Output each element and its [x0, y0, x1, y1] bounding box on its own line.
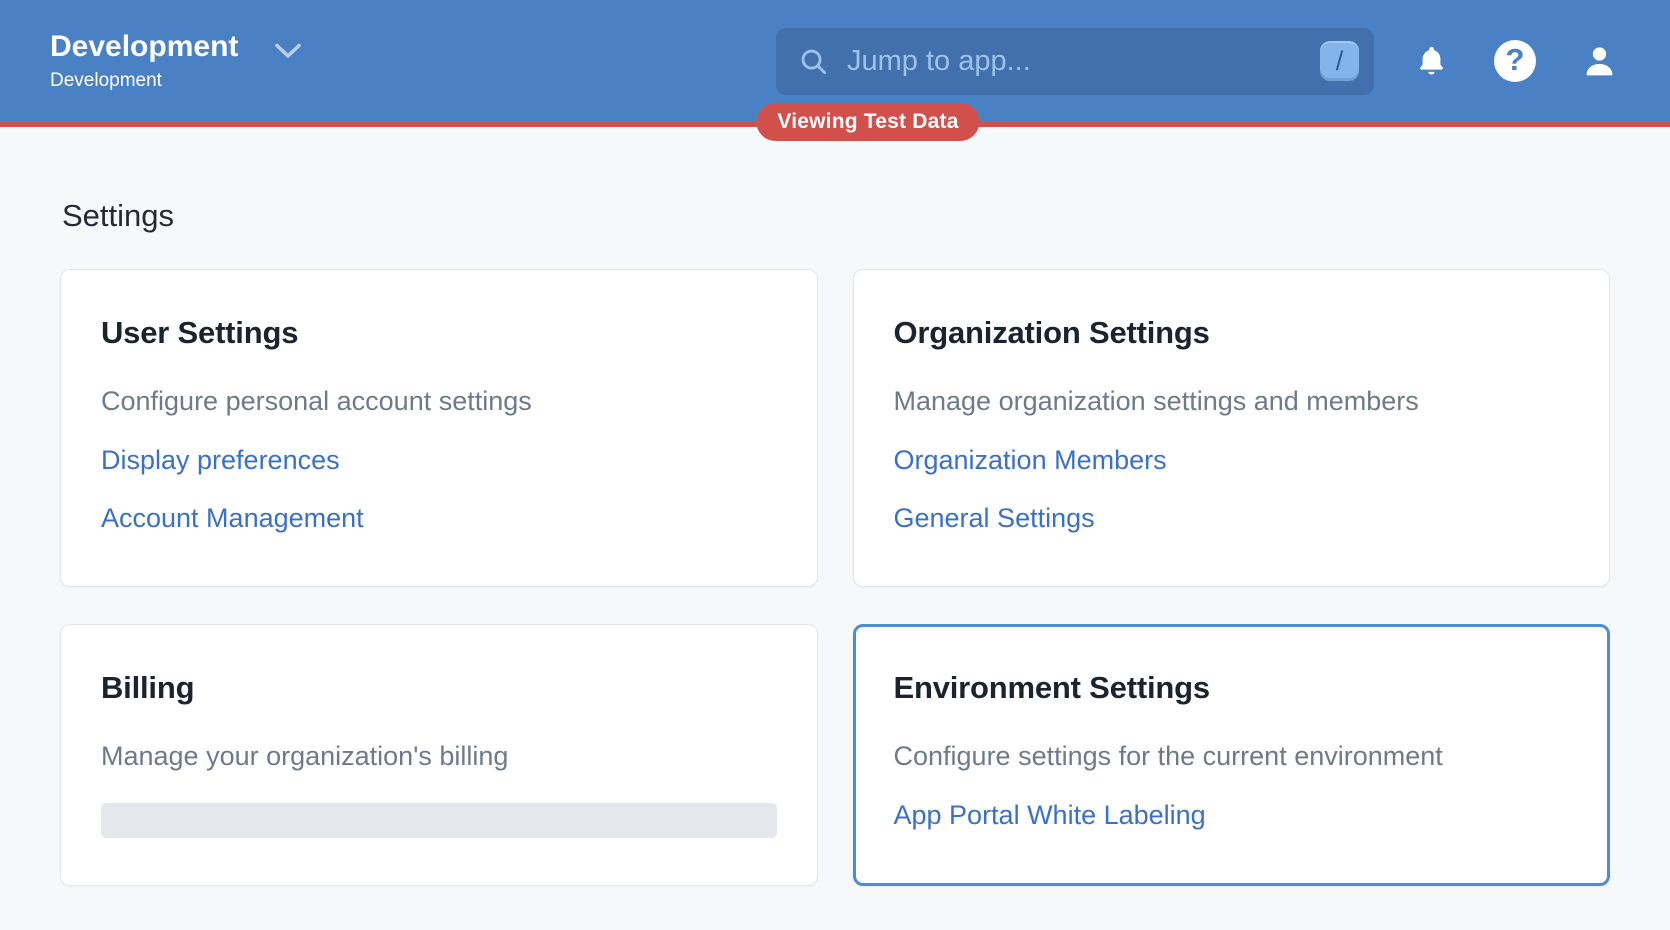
card-title: Organization Settings [894, 314, 1570, 351]
environment-name: Development [50, 30, 238, 65]
link-general-settings[interactable]: General Settings [894, 503, 1095, 534]
billing-loading-skeleton [101, 803, 777, 838]
card-description: Manage your organization's billing [101, 740, 777, 772]
card-organization-settings: Organization Settings Manage organizatio… [853, 269, 1611, 587]
nav-icon-cluster: ? [1414, 40, 1618, 82]
notifications-bell-icon[interactable] [1414, 44, 1449, 79]
slash-shortcut-key: / [1320, 41, 1359, 81]
card-environment-settings: Environment Settings Configure settings … [853, 624, 1611, 886]
settings-cards-grid: User Settings Configure personal account… [60, 269, 1610, 886]
page-title: Settings [62, 200, 1610, 231]
card-title: User Settings [101, 314, 777, 351]
environment-sublabel: Development [50, 70, 238, 92]
card-title: Billing [101, 669, 777, 706]
card-user-settings: User Settings Configure personal account… [60, 269, 818, 587]
user-profile-icon[interactable] [1581, 43, 1618, 80]
link-display-preferences[interactable]: Display preferences [101, 445, 340, 476]
card-description: Manage organization settings and members [894, 385, 1570, 417]
chevron-down-icon [274, 42, 302, 65]
viewing-test-data-badge: Viewing Test Data [756, 103, 979, 141]
card-title: Environment Settings [894, 669, 1570, 706]
link-organization-members[interactable]: Organization Members [894, 445, 1167, 476]
card-description: Configure settings for the current envir… [894, 740, 1570, 772]
search-icon [798, 46, 829, 77]
jump-to-app-search[interactable]: / [776, 28, 1374, 95]
card-description: Configure personal account settings [101, 385, 777, 417]
search-input[interactable] [845, 44, 1304, 79]
card-billing: Billing Manage your organization's billi… [60, 624, 818, 886]
settings-page: Settings User Settings Configure persona… [0, 200, 1670, 886]
environment-switcher[interactable]: Development Development [50, 30, 302, 92]
link-account-management[interactable]: Account Management [101, 503, 364, 534]
link-app-portal-white-labeling[interactable]: App Portal White Labeling [894, 800, 1206, 831]
help-glyph: ? [1506, 42, 1525, 78]
help-icon[interactable]: ? [1494, 40, 1536, 82]
environment-switcher-text: Development Development [50, 30, 238, 92]
